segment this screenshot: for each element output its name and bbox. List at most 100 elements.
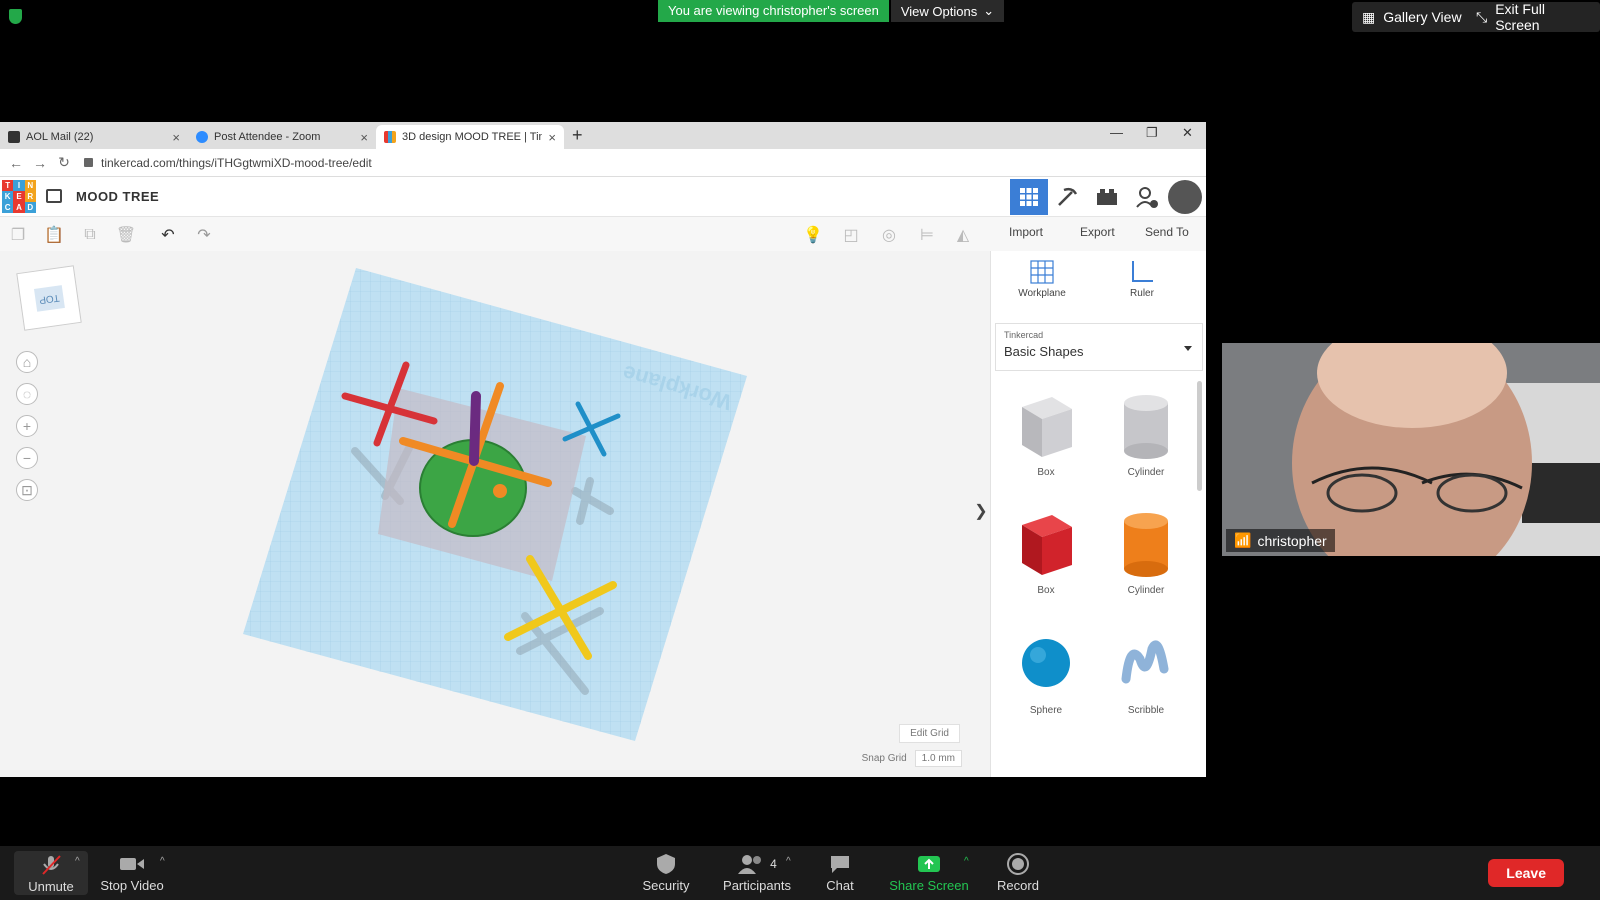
undo-icon[interactable]: ↶ [150,225,186,245]
share-screen-icon [884,852,974,876]
video-feed [1222,343,1600,556]
stop-video-label: Stop Video [100,878,164,893]
redo-icon[interactable]: ↷ [186,225,222,245]
delete-icon[interactable]: 🗑 [108,225,144,245]
import-button[interactable]: Import [1009,225,1043,239]
url-field[interactable]: tinkercad.com/things/iTHGgtwmiXD-mood-tr… [84,156,372,170]
minimize-icon[interactable]: — [1110,125,1123,140]
close-window-icon[interactable]: ✕ [1182,125,1193,141]
ruler-tool[interactable]: Ruler [1107,259,1177,299]
grid-view-icon[interactable] [1010,179,1048,215]
avatar[interactable] [1166,179,1204,215]
purple-post[interactable] [469,391,481,466]
chat-bubble-icon [816,852,864,876]
library-provider: Tinkercad [1004,330,1044,340]
logo-letter: E [13,190,25,203]
leave-button[interactable]: Leave [1488,859,1564,887]
security-button[interactable]: Security [636,852,696,893]
shape-library-select[interactable]: Tinkercad Basic Shapes [995,323,1203,371]
shape-label: Cylinder [1127,467,1165,478]
cylinder-orange-icon [1124,513,1168,577]
logo-letter: K [2,190,14,203]
url-text: tinkercad.com/things/iTHGgtwmiXD-mood-tr… [101,155,372,170]
shape-scribble[interactable]: Scribble [1106,629,1186,716]
record-icon [990,852,1046,876]
align-icon[interactable]: ⊨ [909,225,945,245]
chevron-up-icon[interactable]: ^ [160,856,165,867]
lock-icon [84,158,93,167]
workplane-tool-label: Workplane [1018,288,1066,299]
chevron-right-icon[interactable]: ❯ [972,501,990,531]
mirror-icon[interactable]: ◭ [945,225,981,245]
copy-icon[interactable]: ❐ [0,225,36,245]
add-user-icon[interactable] [1128,179,1166,215]
chevron-up-icon[interactable]: ^ [75,856,80,867]
send-to-button[interactable]: Send To [1145,225,1189,239]
gallery-view-button[interactable]: ▦ Gallery View [1352,2,1472,32]
tinkercad-logo[interactable]: T I N K E R C A D [2,179,36,214]
back-icon[interactable]: ← [4,155,28,171]
logo-letter: T [2,179,14,191]
orange-dot[interactable] [493,484,507,498]
zoom-control-bar: Unmute ^ Stop Video ^ Security 4 Partici… [0,846,1600,900]
chevron-up-icon[interactable]: ^ [964,856,969,867]
duplicate-icon[interactable]: ⧉ [72,226,108,244]
snap-grid-control: Snap Grid 1.0 mm [862,750,962,767]
logo-letter: A [13,202,25,214]
logo-letter: C [2,202,14,214]
light-icon[interactable]: 💡 [795,225,831,245]
reload-icon[interactable]: ↻ [52,154,76,171]
shape-label: Sphere [1029,705,1063,716]
close-icon[interactable]: × [172,130,180,145]
browser-tab-zoom[interactable]: Post Attendee - Zoom × [188,125,376,149]
tinkercad-icon [384,131,396,143]
chat-button[interactable]: Chat [816,852,864,893]
design-title[interactable]: MOOD TREE [76,189,159,204]
caret-down-icon [1184,346,1192,351]
cylinder-hole-icon [1124,395,1168,459]
edit-grid-button[interactable]: Edit Grid [899,724,960,743]
forward-icon[interactable]: → [28,155,52,171]
close-icon[interactable]: × [360,130,368,145]
ungroup-icon[interactable]: ◎ [871,225,907,245]
logo-letter: I [13,179,25,191]
browser-tab-aol[interactable]: AOL Mail (22) × [0,125,188,149]
export-button[interactable]: Export [1080,225,1115,239]
share-screen-button[interactable]: Share Screen [884,852,974,893]
box-red-icon [1022,515,1072,575]
box-hole-icon [1022,397,1072,457]
paste-icon[interactable]: 📋 [36,225,72,245]
security-shield-icon [636,852,696,876]
view-options-button[interactable]: View Options ⌄ [890,0,1005,22]
shape-sphere[interactable]: Sphere [1006,629,1086,716]
share-screen-label: Share Screen [889,878,969,893]
shape-cylinder[interactable]: Cylinder [1106,509,1186,596]
group-icon[interactable]: ◰ [833,225,869,245]
chevron-up-icon[interactable]: ^ [786,856,791,867]
exit-full-screen-button[interactable]: ⤡ Exit Full Screen [1466,1,1600,33]
logo-letter: R [24,190,36,203]
pickaxe-icon[interactable] [1048,179,1086,215]
record-button[interactable]: Record [990,852,1046,893]
close-icon[interactable]: × [548,130,556,145]
workplane-tool[interactable]: Workplane [1007,259,1077,299]
shape-box-hole[interactable]: Box [1006,391,1086,478]
video-camera-icon [96,852,168,876]
new-tab-icon[interactable]: + [572,125,583,149]
participant-name-tag: 📶 christopher [1226,529,1335,552]
record-label: Record [997,878,1039,893]
stop-video-button[interactable]: Stop Video [96,852,168,893]
workspace-canvas[interactable]: TOP ⌂ ◌ + − ⊡ Workplane Edit Grid Snap G… [0,251,990,777]
snap-grid-select[interactable]: 1.0 mm [914,750,962,767]
browser-tab-tinkercad[interactable]: 3D design MOOD TREE | Tinkerc × [376,125,564,149]
shape-box[interactable]: Box [1006,509,1086,596]
panel-scrollbar[interactable] [1197,381,1202,491]
tab-label: 3D design MOOD TREE | Tinkerc [402,131,542,143]
shape-label: Scribble [1127,705,1165,716]
menu-icon[interactable] [46,189,62,203]
restore-icon[interactable]: ❐ [1146,125,1158,141]
tinkercad-header: T I N K E R C A D MOOD TREE [0,177,1206,217]
shape-cylinder-hole[interactable]: Cylinder [1106,391,1186,478]
bricks-icon[interactable] [1088,179,1126,215]
participants-count: 4 [770,857,777,871]
